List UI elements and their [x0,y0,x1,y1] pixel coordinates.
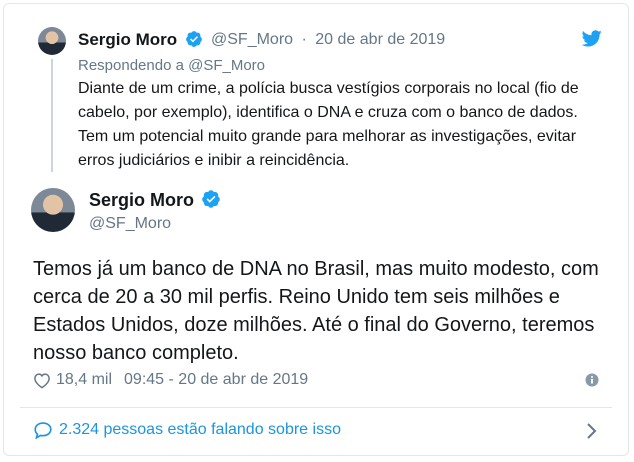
comment-bubble-icon [34,422,52,439]
chevron-right-icon[interactable] [585,422,597,440]
info-icon[interactable] [585,373,599,387]
conversation-count-label[interactable]: 2.324 pessoas estão falando sobre isso [59,421,341,439]
meta-separator: · [301,31,307,48]
tweet-stats-row: 18,4 mil 09:45 - 20 de abr de 2019 [33,371,308,389]
heart-icon[interactable] [33,372,51,389]
replying-to-label[interactable]: Respondendo a @SF_Moro [78,57,265,74]
main-author-name[interactable]: Sergio Moro [89,190,194,210]
quoted-tweet-text: Diante de um crime, a polícia busca vest… [78,80,579,169]
tweet-timestamp[interactable]: 09:45 - 20 de abr de 2019 [124,371,308,389]
quoted-author-name[interactable]: Sergio Moro [78,30,177,49]
avatar[interactable] [31,188,75,232]
avatar[interactable] [38,27,66,55]
footer-divider [20,407,612,408]
quoted-author-handle[interactable]: @SF_Moro [211,31,293,48]
quoted-author-name-row[interactable]: Sergio Moro [78,30,203,50]
verified-badge-icon [186,31,202,47]
quoted-meta: @SF_Moro · 20 de abr de 2019 [211,31,445,49]
like-count[interactable]: 18,4 mil [56,371,112,389]
main-author-name-row[interactable]: Sergio Moro [89,190,221,211]
main-tweet-text: Temos já um banco de DNA no Brasil, mas … [33,258,599,364]
main-author-handle[interactable]: @SF_Moro [89,215,171,233]
verified-badge-icon [202,190,220,208]
thread-connector-line [51,59,53,172]
conversation-link[interactable]: 2.324 pessoas estão falando sobre isso [33,421,341,439]
quoted-date-link[interactable]: 20 de abr de 2019 [315,31,445,48]
twitter-bird-icon[interactable] [582,30,602,47]
